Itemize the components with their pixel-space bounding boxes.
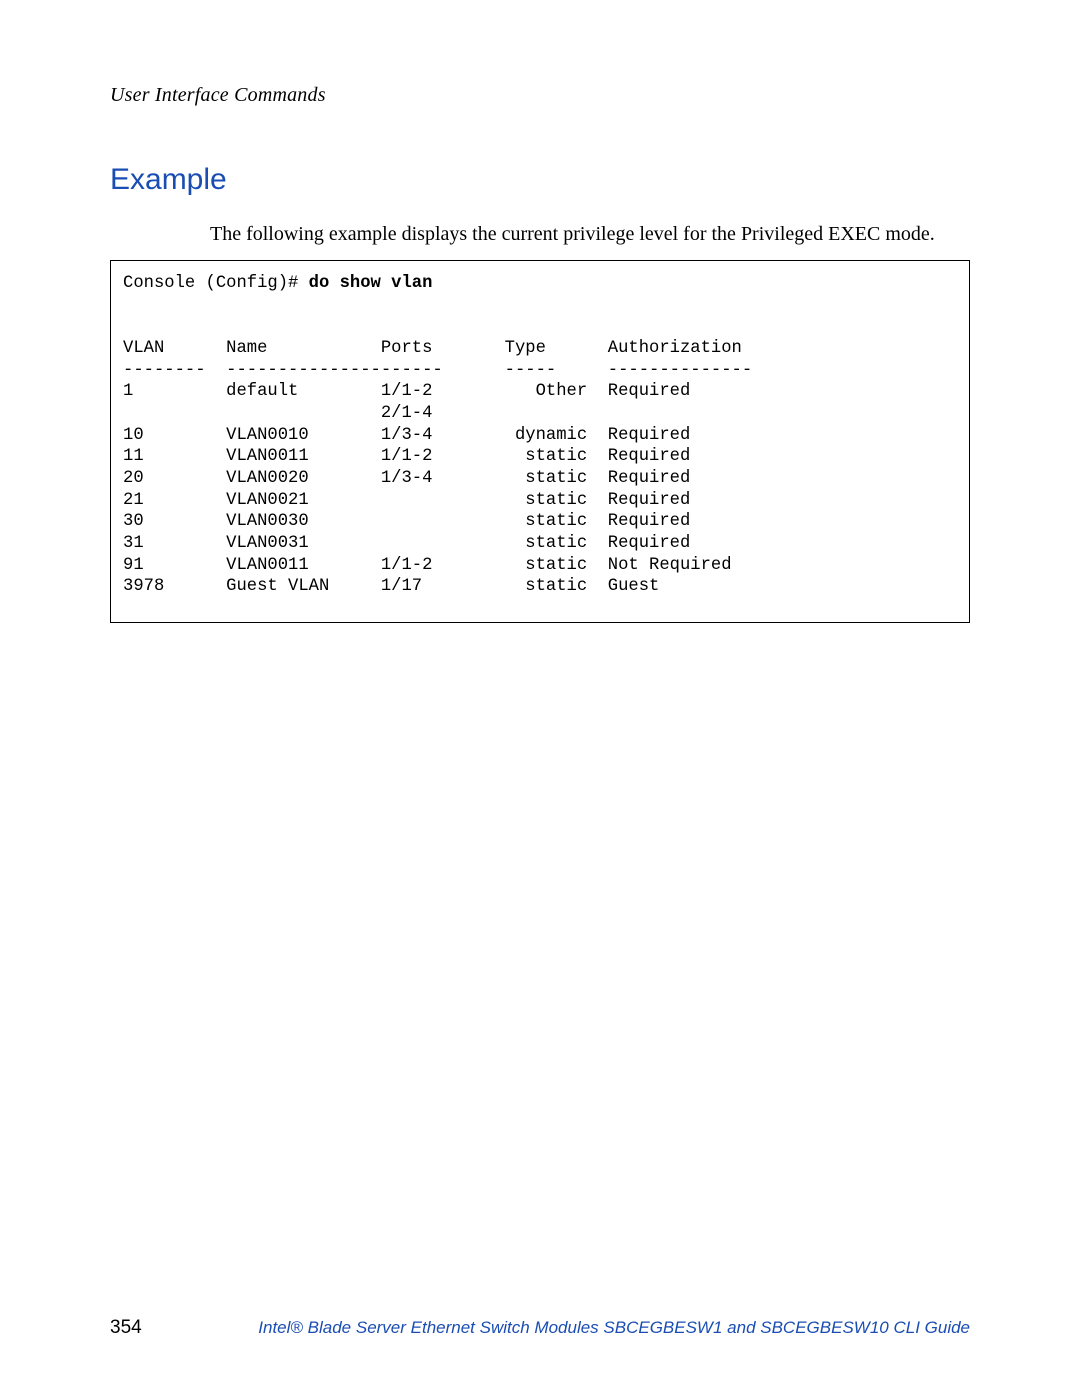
page-footer: 354 Intel® Blade Server Ethernet Switch …	[0, 1317, 1080, 1339]
footer-doc-title: Intel® Blade Server Ethernet Switch Modu…	[202, 1318, 970, 1338]
console-command: do show vlan	[309, 274, 433, 293]
example-intro: The following example displays the curre…	[110, 223, 970, 246]
example-heading: Example	[110, 163, 970, 197]
console-prompt: Console (Config)#	[123, 274, 309, 293]
console-output-box: Console (Config)# do show vlan VLAN Name…	[110, 260, 970, 623]
page-number: 354	[110, 1317, 142, 1339]
running-header: User Interface Commands	[110, 84, 970, 107]
console-table: VLAN Name Ports Type Authorization -----…	[123, 339, 752, 596]
